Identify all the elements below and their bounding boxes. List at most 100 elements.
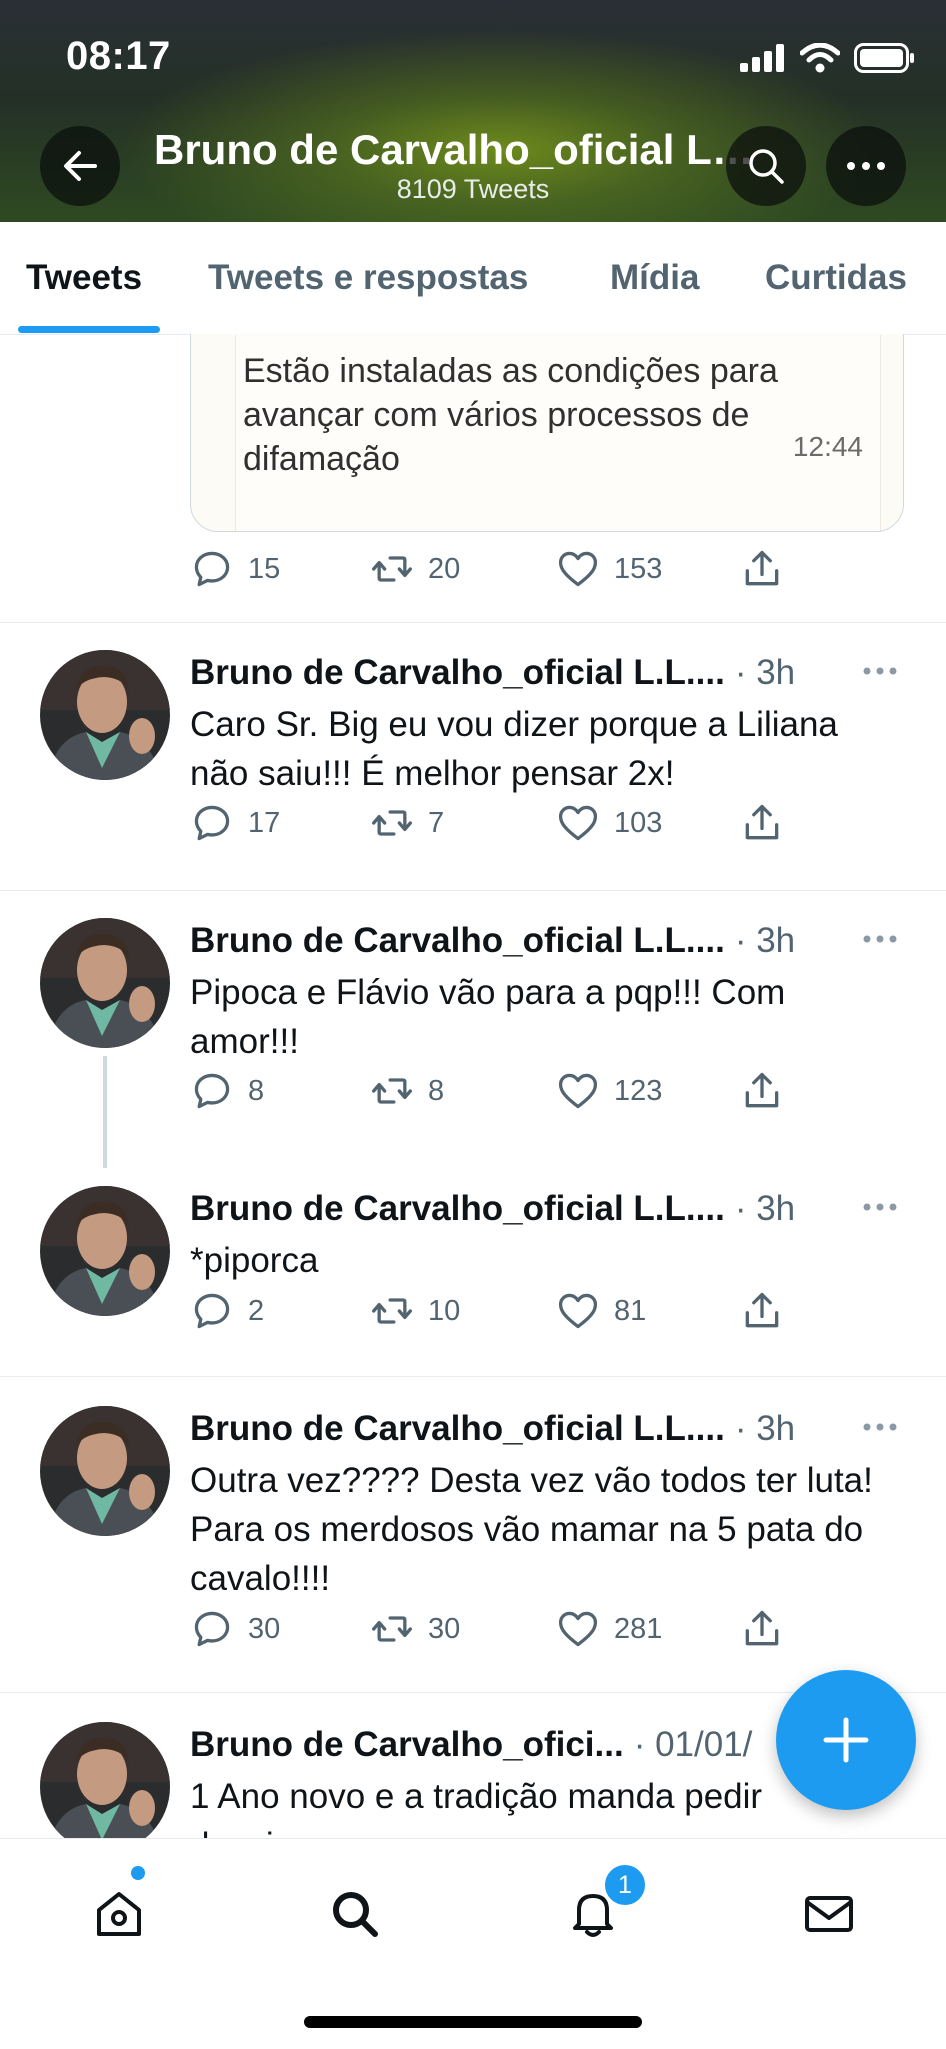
like-icon	[558, 1073, 598, 1109]
like-button[interactable]: 281	[556, 1604, 662, 1654]
tweet-count: 8109 Tweets	[396, 174, 550, 204]
compose-tweet-button[interactable]	[776, 1670, 916, 1810]
more-button[interactable]	[826, 126, 906, 206]
share-icon	[745, 1072, 779, 1108]
avatar[interactable]	[40, 1406, 170, 1536]
reply-button[interactable]: 15	[190, 544, 280, 594]
tweet-text: Outra vez???? Desta vez vão todos ter lu…	[190, 1461, 873, 1598]
tab-tweets[interactable]: Tweets	[26, 258, 142, 298]
tweet-time: · 3h	[734, 1409, 796, 1448]
reply-button[interactable]: 8	[190, 1066, 264, 1116]
share-icon	[745, 1292, 779, 1328]
tweet-actions: 8 8 123	[190, 1066, 870, 1116]
search-button[interactable]	[726, 126, 806, 206]
tweet-more-icon[interactable]	[862, 934, 898, 944]
tab-media[interactable]: Mídia	[610, 258, 699, 298]
more-icon	[847, 162, 885, 170]
status-time: 08:17	[66, 34, 171, 78]
avatar[interactable]	[40, 1722, 170, 1838]
like-icon	[558, 1611, 598, 1647]
tweet-time: · 3h	[734, 1189, 796, 1228]
avatar[interactable]	[40, 650, 170, 780]
share-button[interactable]	[740, 1286, 784, 1336]
nav-home[interactable]	[84, 1879, 154, 1949]
thread-line	[103, 1056, 107, 1168]
tweet-header: Bruno de Carvalho_oficial L.L.... · 3h	[190, 650, 890, 696]
share-icon	[745, 1610, 779, 1646]
retweet-button[interactable]: 20	[370, 544, 460, 594]
share-button[interactable]	[740, 544, 784, 594]
signal-icon	[740, 44, 784, 72]
like-icon	[558, 551, 598, 587]
reply-button[interactable]: 17	[190, 798, 280, 848]
reply-icon	[194, 805, 230, 841]
reply-count: 2	[248, 1294, 265, 1327]
reply-icon	[194, 551, 230, 587]
divider	[0, 622, 946, 623]
tweet-more-icon[interactable]	[862, 666, 898, 676]
retweet-icon	[372, 1078, 412, 1104]
like-button[interactable]: 103	[556, 798, 662, 848]
tab-likes[interactable]: Curtidas	[765, 258, 907, 298]
reply-count: 8	[248, 1074, 265, 1107]
notification-badge: 1	[602, 1862, 648, 1908]
reply-count: 30	[248, 1612, 281, 1645]
tweet-time: · 3h	[734, 921, 796, 960]
mail-icon	[805, 1896, 853, 1932]
like-count: 81	[614, 1294, 647, 1327]
author-name[interactable]: Bruno de Carvalho_oficial L.L....	[190, 1409, 725, 1449]
retweet-count: 7	[428, 806, 445, 839]
like-count: 103	[614, 806, 663, 839]
retweet-count: 30	[428, 1612, 461, 1645]
nav-explore[interactable]	[320, 1879, 390, 1949]
tweet-feed[interactable]: Estão instaladas as condições para avanç…	[0, 334, 946, 1838]
tweet-header: Bruno de Carvalho_oficial L.L.... · 3h	[190, 918, 890, 964]
like-button[interactable]: 153	[556, 544, 662, 594]
author-name[interactable]: Bruno de Carvalho_oficial L.L....	[190, 653, 725, 693]
retweet-button[interactable]: 7	[370, 798, 444, 848]
reply-button[interactable]: 30	[190, 1604, 280, 1654]
search-icon	[749, 149, 784, 184]
reply-button[interactable]: 2	[190, 1286, 264, 1336]
plus-icon	[823, 1717, 869, 1763]
tweet-actions: 17 7 103	[190, 798, 870, 848]
retweet-button[interactable]: 10	[370, 1286, 460, 1336]
retweet-icon	[372, 1298, 412, 1324]
media-time: 12:44	[792, 431, 863, 462]
share-button[interactable]	[740, 798, 784, 848]
like-button[interactable]: 81	[556, 1286, 646, 1336]
tweet-text: *piporca	[190, 1241, 319, 1280]
like-count: 123	[614, 1074, 663, 1107]
tweet-text: Caro Sr. Big eu vou dizer porque a Lilia…	[190, 705, 838, 793]
retweet-button[interactable]: 30	[370, 1604, 460, 1654]
reply-icon	[194, 1611, 230, 1647]
share-button[interactable]	[740, 1066, 784, 1116]
tweet-actions: 15 20 153	[190, 544, 870, 594]
avatar[interactable]	[40, 1186, 170, 1316]
author-name[interactable]: Bruno de Carvalho_ofici...	[190, 1725, 624, 1765]
tweet-text: 1 Ano novo e a tradição manda pedir dese…	[190, 1777, 763, 1838]
profile-header: 08:17 Bruno de Carvalho_oficial L.L. 810…	[0, 0, 946, 222]
tweet-header: Bruno de Carvalho_oficial L.L.... · 3h	[190, 1406, 890, 1452]
tweet-more-icon[interactable]	[862, 1422, 898, 1432]
share-button[interactable]	[740, 1604, 784, 1654]
avatar[interactable]	[40, 918, 170, 1048]
tweet-actions: 2 10 81	[190, 1286, 870, 1336]
tweet-more-icon[interactable]	[862, 1202, 898, 1212]
explore-icon	[333, 1892, 378, 1937]
like-button[interactable]: 123	[556, 1066, 662, 1116]
author-name[interactable]: Bruno de Carvalho_oficial L.L....	[190, 921, 725, 961]
retweet-button[interactable]: 8	[370, 1066, 444, 1116]
nav-messages[interactable]	[794, 1879, 864, 1949]
retweet-icon	[372, 1616, 412, 1642]
author-name[interactable]: Bruno de Carvalho_oficial L.L....	[190, 1189, 725, 1229]
tab-tweets-replies[interactable]: Tweets e respostas	[208, 258, 528, 298]
tweet-media[interactable]: Estão instaladas as condições para avanç…	[190, 334, 904, 532]
status-icons	[740, 40, 916, 76]
profile-tabs: Tweets Tweets e respostas Mídia Curtidas	[0, 222, 946, 335]
home-indicator	[304, 2016, 642, 2028]
reply-count: 17	[248, 806, 281, 839]
tab-indicator	[18, 326, 160, 333]
divider	[0, 890, 946, 891]
like-icon	[558, 805, 598, 841]
